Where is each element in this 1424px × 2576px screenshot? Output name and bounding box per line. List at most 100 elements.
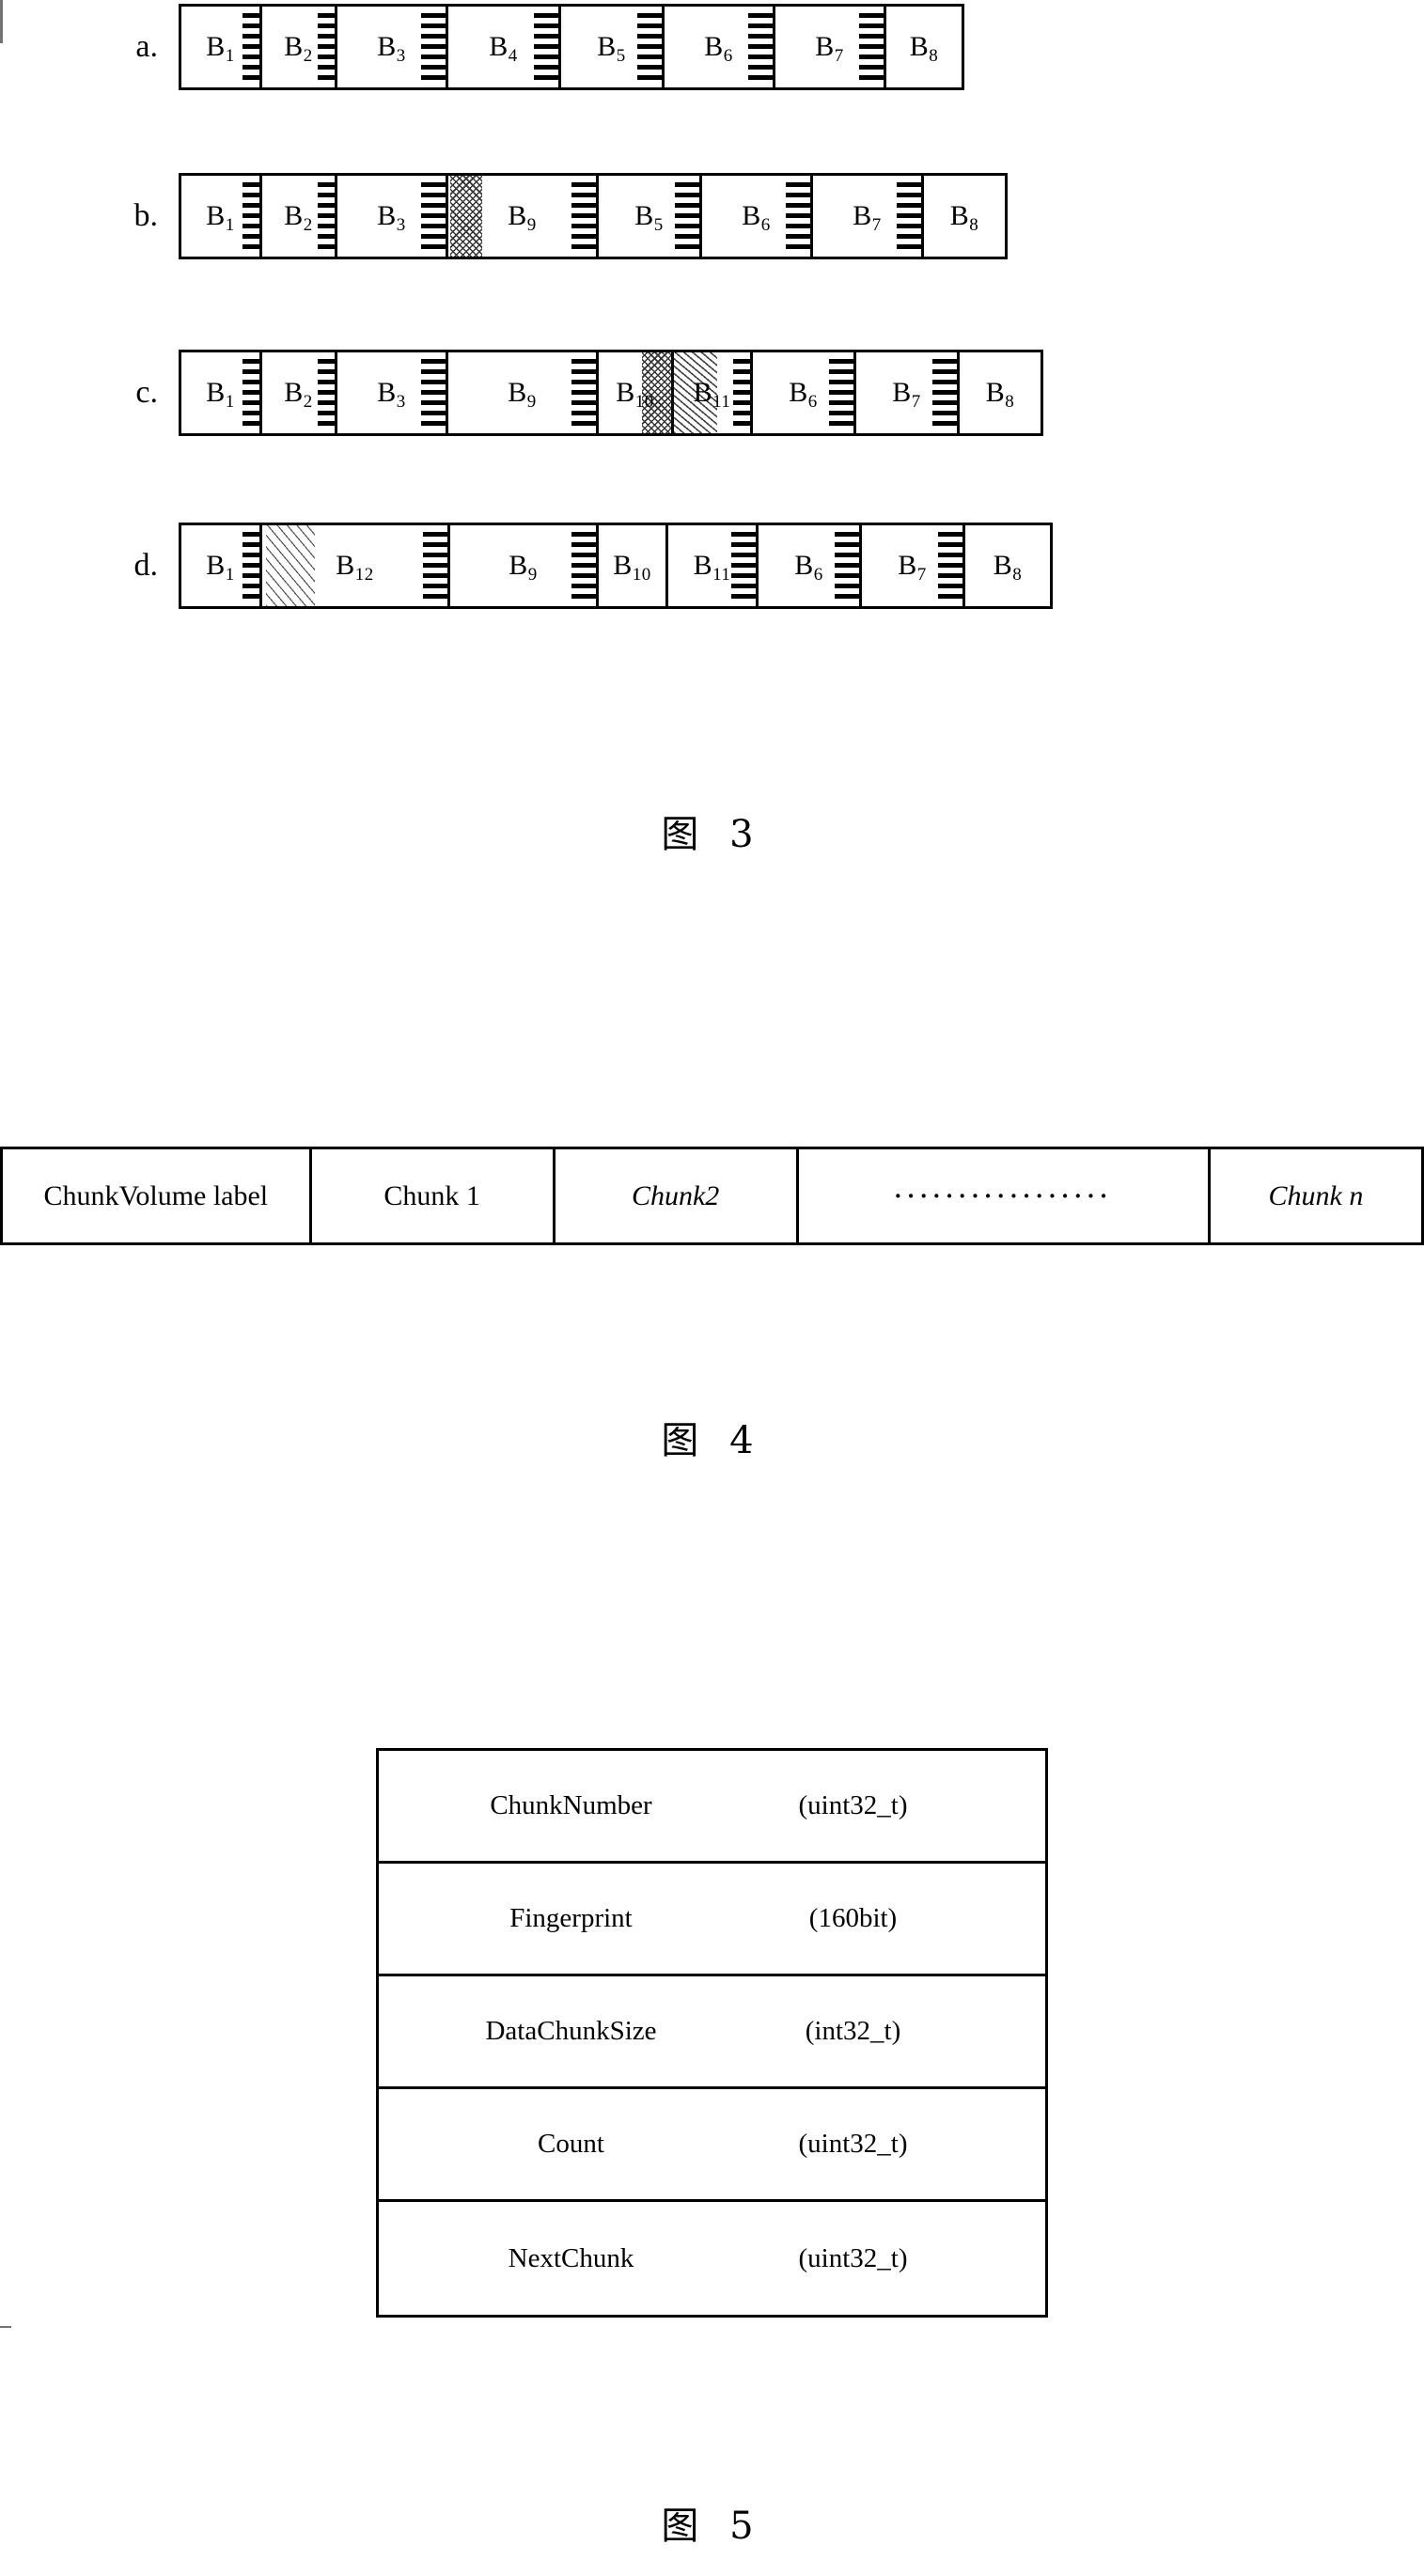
block-label-base: B [508, 377, 527, 408]
block-label-subscript: 3 [396, 215, 406, 235]
block-label-subscript: 3 [396, 46, 406, 66]
block-cell: B7 [813, 176, 924, 257]
block-label: B2 [284, 377, 313, 412]
block-label: B1 [206, 550, 235, 585]
block-label: B11 [694, 377, 731, 412]
struct-field-name: Count [538, 2129, 604, 2159]
chunk-metadata-struct-table: ChunkNumber (uint32_t) Fingerprint (160bit)… [376, 1748, 1048, 2318]
block-label-base: B [693, 550, 713, 581]
struct-field-type: (160bit) [808, 1903, 898, 1933]
block-label-base: B [853, 200, 872, 231]
block-label-subscript: 1 [225, 215, 235, 235]
block-label: B9 [508, 377, 537, 412]
comb-teeth-divider-icon [571, 181, 596, 251]
block-cell: B8 [924, 176, 1005, 257]
scan-artifact-left-edge [0, 2326, 11, 2328]
comb-teeth-divider-icon [421, 358, 446, 428]
block-label-base: B [613, 550, 633, 581]
figure-4-caption: 图 4 [661, 1419, 763, 1462]
block-label-base: B [794, 550, 814, 581]
block-sequence-row-c: c. B1 B2 B3 B9 B10 B11 B6 B7 B8 [92, 346, 1043, 440]
comb-teeth-divider-icon [423, 531, 447, 601]
comb-teeth-divider-icon [243, 12, 259, 82]
chunk-cell: Chunk n [1211, 1149, 1421, 1242]
figure-3-container: a. B1 B2 B3 B4 B5 B6 B7 B8 b. B1 B2 B3 B9 B5 B6 B7 B8 c. B1… [0, 0, 1424, 658]
comb-teeth-divider-icon [243, 181, 259, 251]
ellipsis-dots: ················· [894, 1181, 1113, 1210]
block-cell: B8 [965, 525, 1050, 606]
block-label-base: B [206, 550, 226, 581]
block-label-base: B [815, 31, 835, 62]
block-cell: B11 [668, 525, 759, 606]
modified-region-hatch [266, 525, 315, 606]
block-label-base: B [509, 550, 528, 581]
block-label-base: B [377, 377, 397, 408]
block-label-base: B [634, 200, 654, 231]
block-label-subscript: 7 [871, 215, 882, 235]
comb-teeth-divider-icon [932, 358, 957, 428]
figure-4-container: ChunkVolume label Chunk 1 Chunk2 ··········… [0, 1147, 1424, 1245]
block-label-subscript: 3 [396, 392, 406, 412]
comb-teeth-divider-icon [938, 531, 962, 601]
block-label-base: B [284, 200, 304, 231]
block-strip: B1 B2 B3 B9 B10 B11 B6 B7 B8 [179, 350, 1043, 436]
comb-teeth-divider-icon [534, 12, 558, 82]
block-sequence-row-b: b. B1 B2 B3 B9 B5 B6 B7 B8 [92, 169, 1008, 263]
block-label-subscript: 2 [303, 46, 313, 66]
block-label-base: B [985, 377, 1006, 408]
block-label-subscript: 6 [760, 215, 771, 235]
chunk-cell-label: Chunk 1 [383, 1179, 480, 1211]
block-label: B5 [634, 200, 664, 235]
block-sequence-row-d: d. B1 B12 B9 B10 B11 B6 B7 B8 [92, 519, 1053, 613]
block-strip: B1 B2 B3 B9 B5 B6 B7 B8 [179, 173, 1008, 259]
block-label: B11 [693, 550, 731, 585]
block-label-subscript: 1 [225, 392, 235, 412]
block-label: B3 [377, 200, 406, 235]
block-label: B10 [616, 377, 654, 412]
chunk-cell-label: Chunk n [1268, 1179, 1364, 1211]
block-cell: B8 [960, 352, 1041, 433]
modified-region-hatch [450, 176, 482, 257]
block-label-base: B [377, 31, 397, 62]
block-label-subscript: 6 [807, 392, 818, 412]
block-cell: B6 [759, 525, 862, 606]
block-cell: B9 [448, 176, 599, 257]
comb-teeth-divider-icon [243, 358, 259, 428]
block-cell: B2 [262, 7, 337, 87]
block-cell: B2 [262, 352, 337, 433]
block-label-base: B [789, 377, 808, 408]
block-label-base: B [206, 200, 226, 231]
block-cell: B7 [856, 352, 960, 433]
block-cell: B5 [561, 7, 665, 87]
block-cell: B10 [599, 525, 668, 606]
block-label-subscript: 2 [303, 215, 313, 235]
block-cell: B1 [181, 352, 262, 433]
block-label-subscript: 9 [526, 215, 537, 235]
chunk-cell: Chunk 1 [312, 1149, 556, 1242]
comb-teeth-divider-icon [318, 358, 335, 428]
block-label: B8 [910, 31, 939, 66]
block-label-subscript: 11 [712, 392, 731, 412]
block-label: B6 [742, 200, 771, 235]
comb-teeth-divider-icon [748, 12, 773, 82]
block-cell: B10 [599, 352, 674, 433]
block-label-subscript: 2 [303, 392, 313, 412]
block-cell: B6 [753, 352, 856, 433]
block-label-subscript: 10 [632, 565, 651, 585]
block-cell: B3 [337, 352, 448, 433]
block-cell: B9 [448, 352, 599, 433]
block-label: B9 [508, 200, 537, 235]
scan-artifact-top-left [0, 0, 3, 43]
block-label: B2 [284, 31, 313, 66]
comb-teeth-divider-icon [786, 181, 810, 251]
struct-field-name: Fingerprint [509, 1903, 633, 1933]
block-label-subscript: 5 [616, 46, 626, 66]
comb-teeth-divider-icon [675, 181, 699, 251]
block-label-subscript: 8 [969, 215, 979, 235]
block-cell: B1 [181, 525, 262, 606]
chunk-cell: ChunkVolume label [3, 1149, 312, 1242]
block-label: B6 [789, 377, 818, 412]
struct-field-type: (uint32_t) [798, 1790, 908, 1820]
comb-teeth-divider-icon [731, 531, 756, 601]
block-label-subscript: 9 [526, 392, 537, 412]
